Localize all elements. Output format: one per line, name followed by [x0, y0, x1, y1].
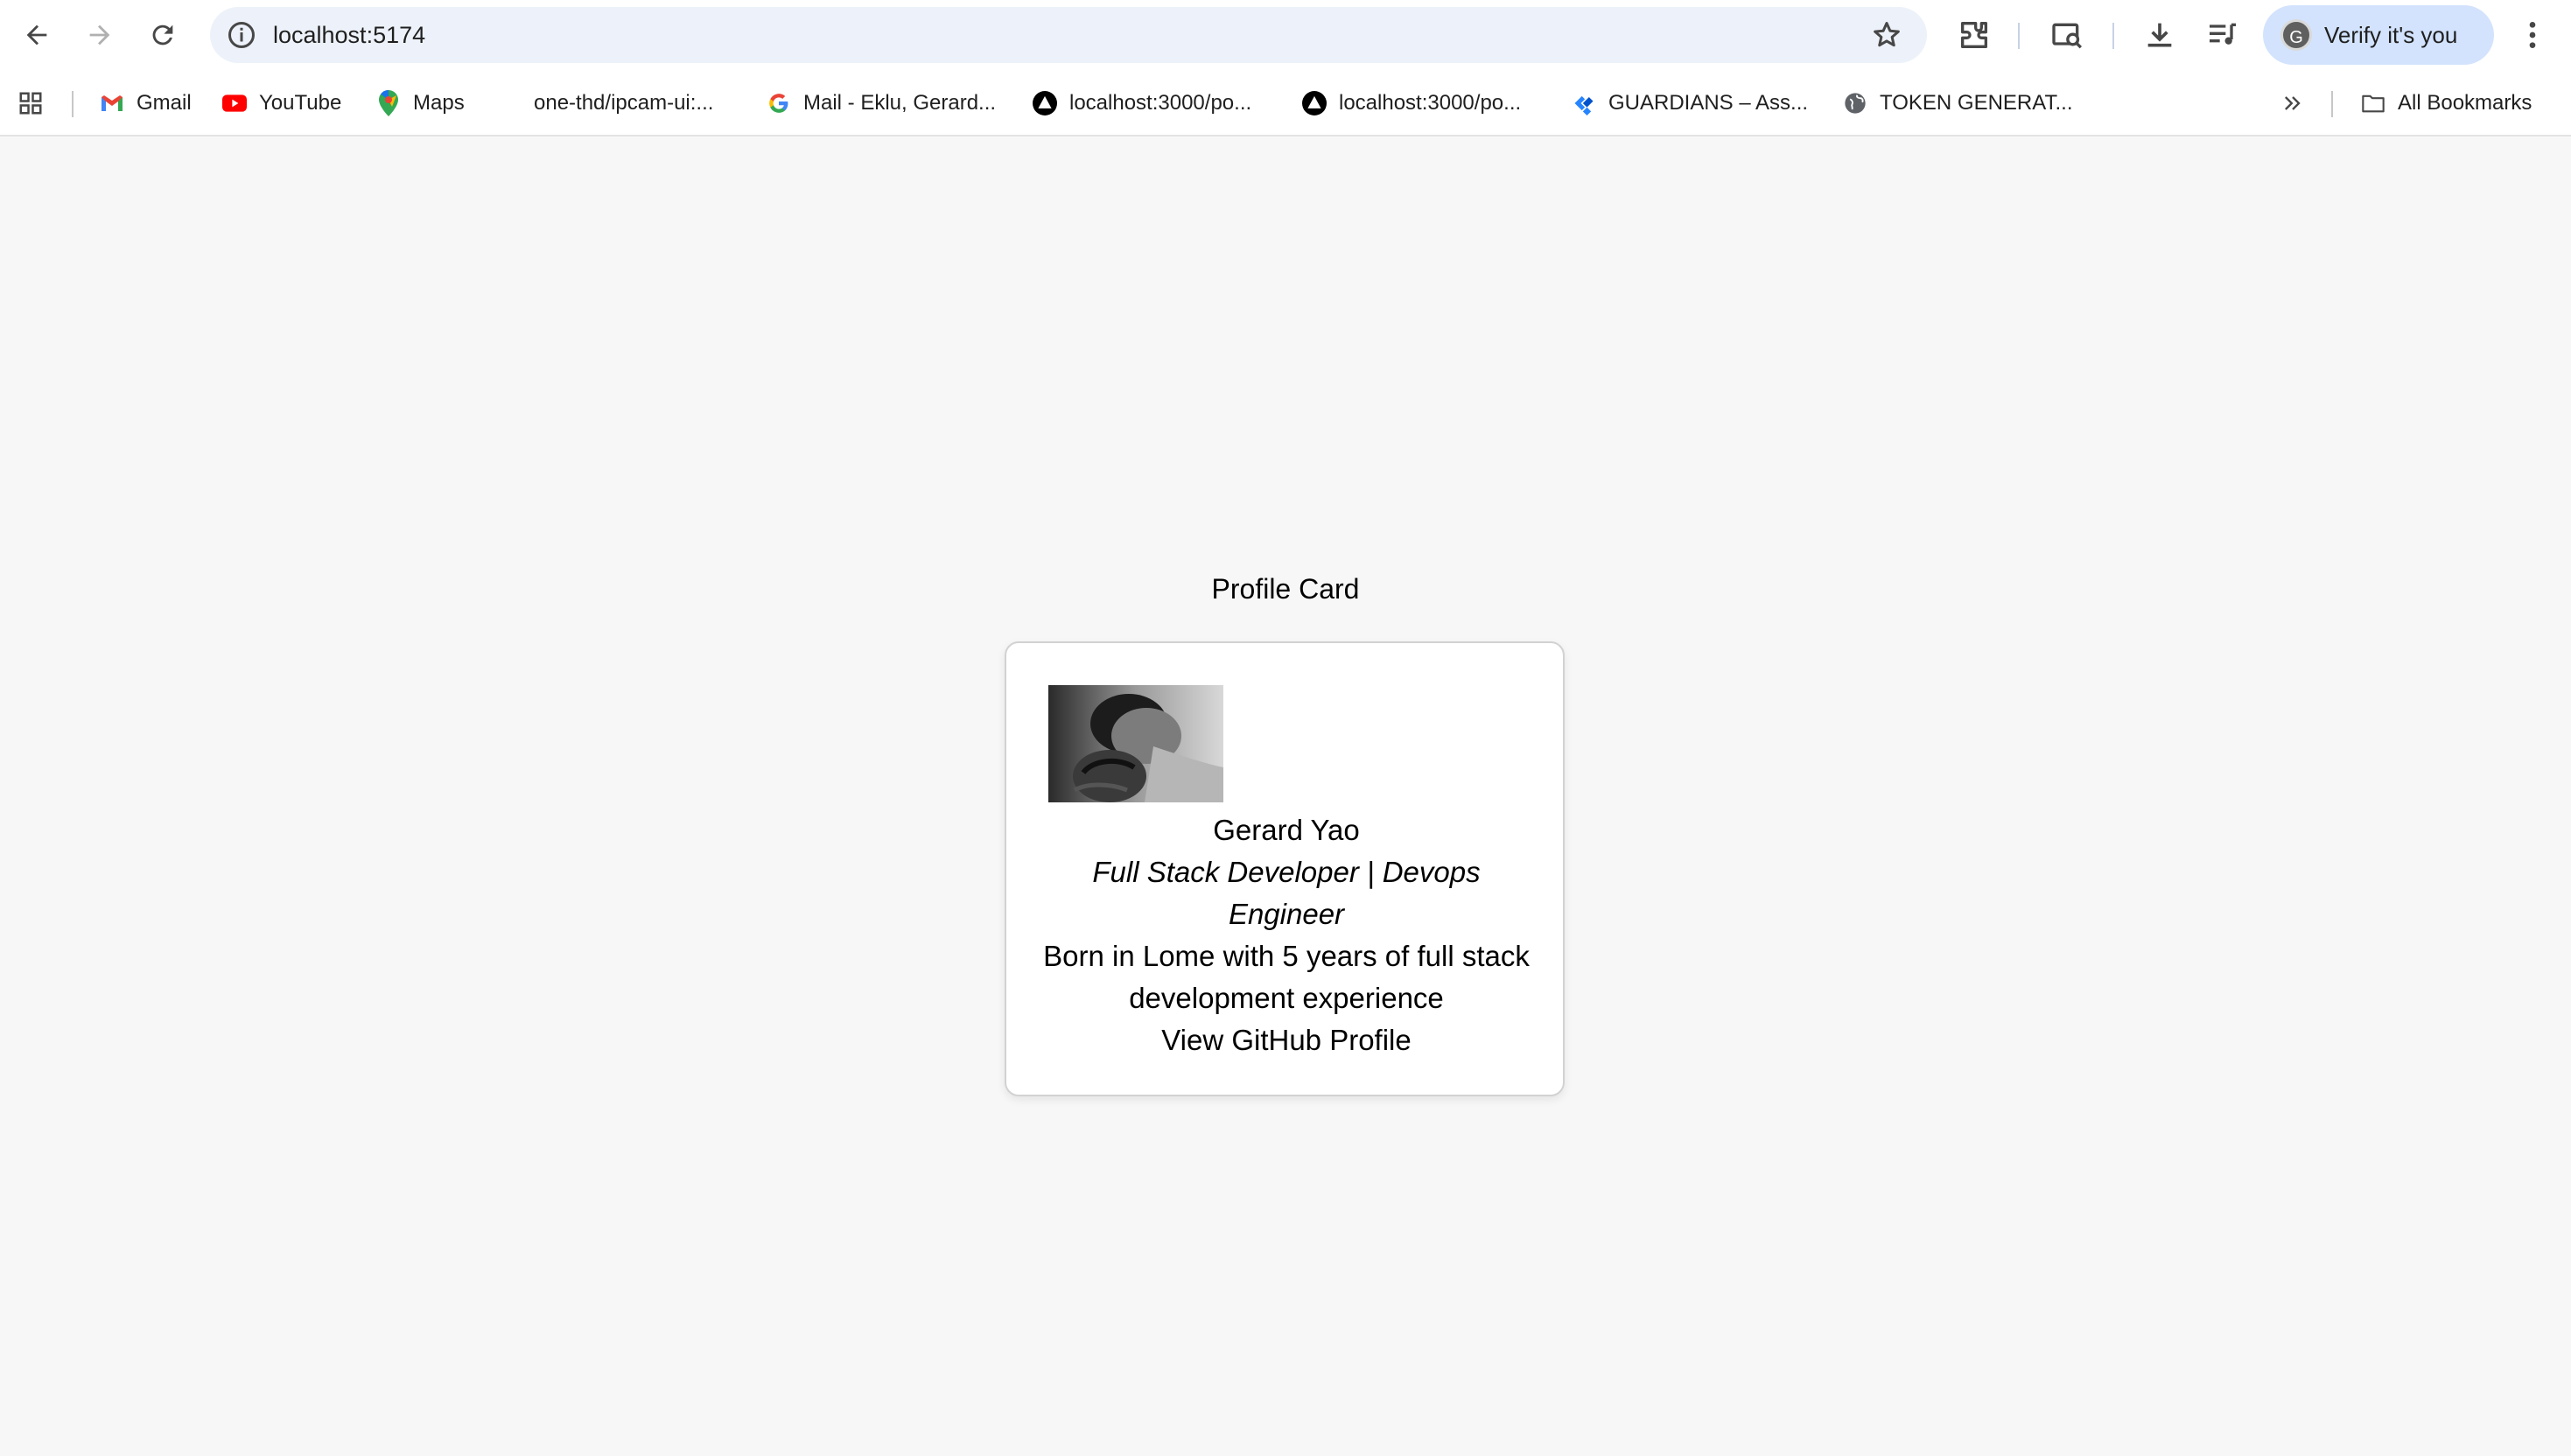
folder-icon [2361, 91, 2385, 116]
bookmark-label: TOKEN GENERAT... [1880, 91, 2073, 115]
youtube-icon [222, 91, 247, 116]
back-arrow-icon [26, 24, 47, 46]
github-icon [497, 91, 522, 116]
media-controls-icon[interactable] [2205, 18, 2240, 52]
forward-arrow-icon [89, 24, 110, 46]
bookmarks-divider [72, 91, 74, 117]
bookmark-label: Gmail [137, 91, 192, 115]
all-bookmarks-label: All Bookmarks [2398, 91, 2532, 115]
bookmark-label: Mail - Eklu, Gerard... [803, 91, 997, 115]
browser-toolbar: localhost:5174 G Verify it's you [0, 0, 2571, 70]
profile-details: Gerard Yao Full Stack Developer | Devops… [1041, 809, 1531, 1061]
bookmark-localhost-2[interactable]: localhost:3000/po... [1302, 86, 1521, 121]
profile-card: Gerard Yao Full Stack Developer | Devops… [1005, 641, 1565, 1096]
bookmark-label: localhost:3000/po... [1339, 91, 1522, 115]
verify-label: Verify it's you [2324, 21, 2458, 48]
site-info-icon[interactable] [226, 19, 257, 51]
browser-chrome: localhost:5174 G Verify it's you Gmail Y… [0, 0, 2571, 136]
bookmark-youtube[interactable]: YouTube [222, 86, 341, 121]
bookmark-github-repo[interactable]: one-thd/ipcam-ui:... [497, 86, 713, 121]
gmail-icon [100, 91, 124, 116]
bookmark-label: YouTube [259, 91, 342, 115]
globe-icon [1843, 91, 1867, 116]
verify-profile-button[interactable]: G Verify it's you [2263, 5, 2494, 65]
bookmark-localhost-1[interactable]: localhost:3000/po... [1033, 86, 1251, 121]
all-bookmarks-button[interactable]: All Bookmarks [2361, 86, 2532, 121]
triangle-icon [1033, 91, 1057, 116]
bookmarks-bar: Gmail YouTube Maps one-thd/ipcam-ui:... … [0, 77, 2571, 130]
bookmark-mail[interactable]: Mail - Eklu, Gerard... [767, 86, 996, 121]
profile-avatar: G [2280, 19, 2312, 51]
download-icon[interactable] [2142, 18, 2177, 52]
chevron-double-right-icon [2285, 96, 2301, 110]
bookmark-token-generator[interactable]: TOKEN GENERAT... [1843, 86, 2073, 121]
bookmark-gmail[interactable]: Gmail [100, 86, 192, 121]
bookmark-label: GUARDIANS – Ass... [1608, 91, 1809, 115]
profile-photo [1048, 685, 1223, 802]
profile-role: Full Stack Developer | Devops Engineer [1092, 856, 1481, 930]
bookmarks-divider [2331, 91, 2333, 117]
bookmark-maps[interactable]: Maps [376, 86, 465, 121]
page-title: Profile Card [1211, 573, 1360, 605]
tab-search-icon[interactable] [2049, 18, 2084, 52]
jira-icon [1572, 91, 1596, 116]
apps-button[interactable] [18, 86, 44, 121]
back-button[interactable] [12, 10, 61, 60]
bookmark-label: Maps [413, 91, 465, 115]
bookmark-label: localhost:3000/po... [1069, 91, 1252, 115]
more-menu-icon[interactable] [2515, 18, 2550, 52]
bookmark-guardians[interactable]: GUARDIANS – Ass... [1572, 86, 1808, 121]
toolbar-divider [2112, 23, 2114, 49]
more-bookmarks-button[interactable] [2280, 86, 2305, 121]
address-bar[interactable]: localhost:5174 [210, 7, 1927, 63]
apps-grid-icon [19, 92, 42, 115]
bookmark-star-icon[interactable] [1871, 19, 1902, 51]
github-profile-link[interactable]: View GitHub Profile [1161, 1024, 1412, 1056]
reload-icon [152, 24, 173, 46]
page-content: Profile Card Gerard Yao Full Stack Devel… [0, 137, 2571, 1456]
triangle-icon [1302, 91, 1327, 116]
reload-button[interactable] [138, 10, 187, 60]
url-text[interactable]: localhost:5174 [273, 7, 425, 63]
extensions-icon[interactable] [1957, 18, 1992, 52]
google-icon [767, 91, 791, 116]
forward-button[interactable] [75, 10, 124, 60]
bookmark-label: one-thd/ipcam-ui:... [534, 91, 714, 115]
profile-name: Gerard Yao [1213, 814, 1360, 846]
toolbar-divider [2018, 23, 2020, 49]
maps-icon [376, 90, 401, 116]
profile-bio: Born in Lome with 5 years of full stack … [1043, 940, 1530, 1014]
